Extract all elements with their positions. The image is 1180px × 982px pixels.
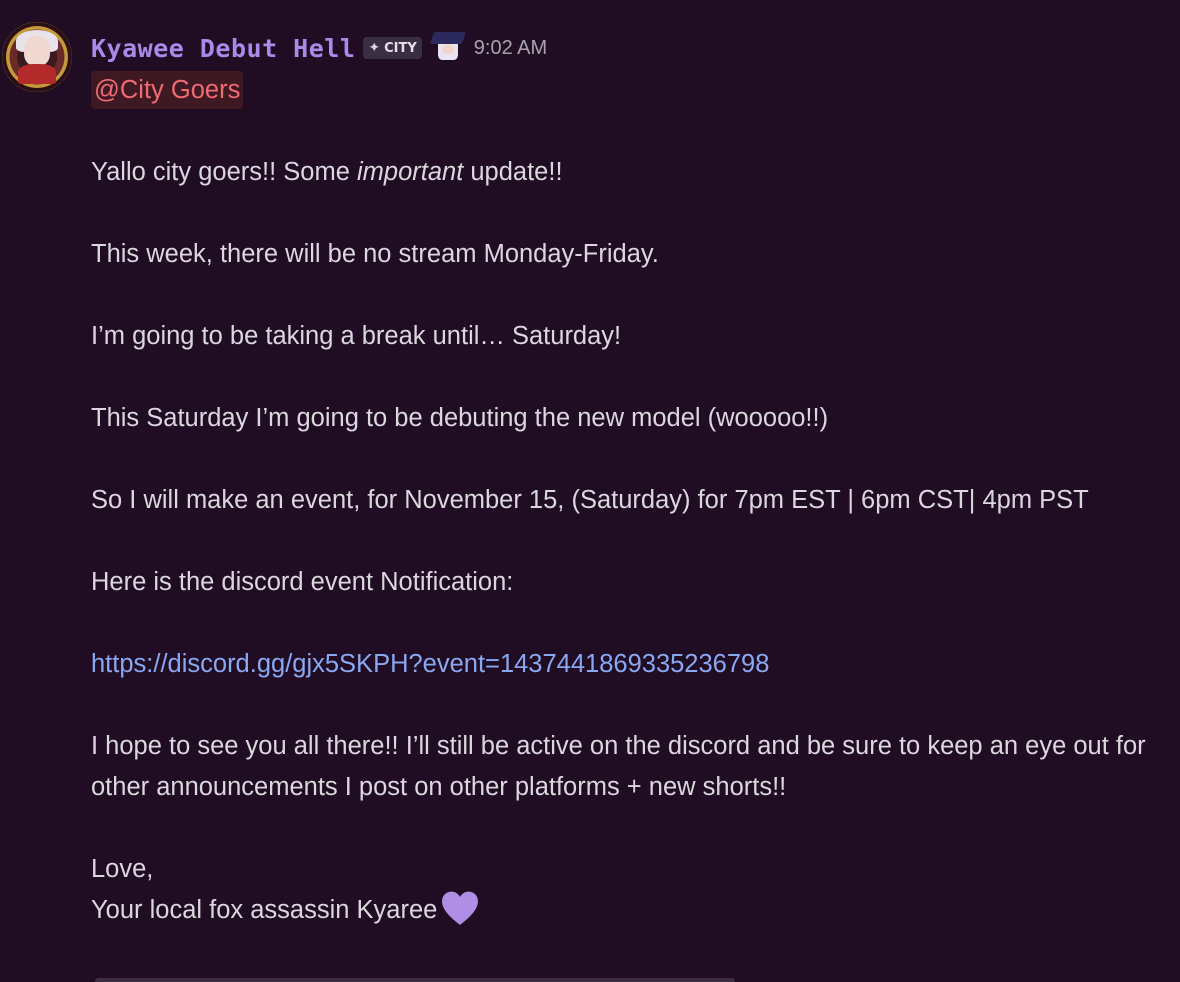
message-line-5: So I will make an event, for November 15… (91, 486, 1089, 514)
purple-heart-icon[interactable] (441, 890, 479, 928)
message-line-4: This Saturday I’m going to be debuting t… (91, 404, 829, 432)
message-line-3: I’m going to be taking a break until… Sa… (91, 322, 622, 350)
message-content: @City Goers Yallo city goers!! Some impo… (91, 70, 1151, 931)
user-avatar[interactable] (2, 22, 72, 92)
message-header: Kyawee Debut Hell ✦ CITY 9:02 AM (91, 32, 547, 64)
server-tag-label: CITY (384, 40, 417, 56)
avatar-body-shape (18, 64, 56, 84)
message-line-6: Here is the discord event Notification: (91, 568, 514, 596)
text-span: Yallo city goers!! Some (91, 158, 357, 186)
text-span: update!! (463, 158, 563, 186)
author-name[interactable]: Kyawee Debut Hell (91, 34, 355, 63)
chat-message: Kyawee Debut Hell ✦ CITY 9:02 AM @City G… (0, 0, 1180, 982)
sparkle-icon: ✦ (368, 40, 381, 56)
embed-edge (95, 978, 735, 982)
role-mention[interactable]: @City Goers (91, 71, 244, 109)
role-icon[interactable] (429, 30, 466, 66)
sign-off-line-1: Love, (91, 855, 154, 883)
italic-text: important (356, 158, 464, 186)
message-line-1: Yallo city goers!! Some important update… (91, 152, 1151, 193)
sign-off-line-2: Your local fox assassin Kyaree (91, 890, 1151, 931)
message-timestamp[interactable]: 9:02 AM (474, 37, 547, 60)
message-line-2: This week, there will be no stream Monda… (91, 240, 659, 268)
role-icon-part (441, 44, 454, 54)
server-tag[interactable]: ✦ CITY (363, 37, 422, 59)
avatar-face-shape (24, 36, 50, 66)
message-line-7: I hope to see you all there!! I’ll still… (91, 732, 1146, 801)
text-span: Your local fox assassin Kyaree (91, 896, 438, 924)
event-link[interactable]: https://discord.gg/gjx5SKPH?event=143744… (91, 650, 769, 678)
role-icon-part (429, 32, 466, 44)
